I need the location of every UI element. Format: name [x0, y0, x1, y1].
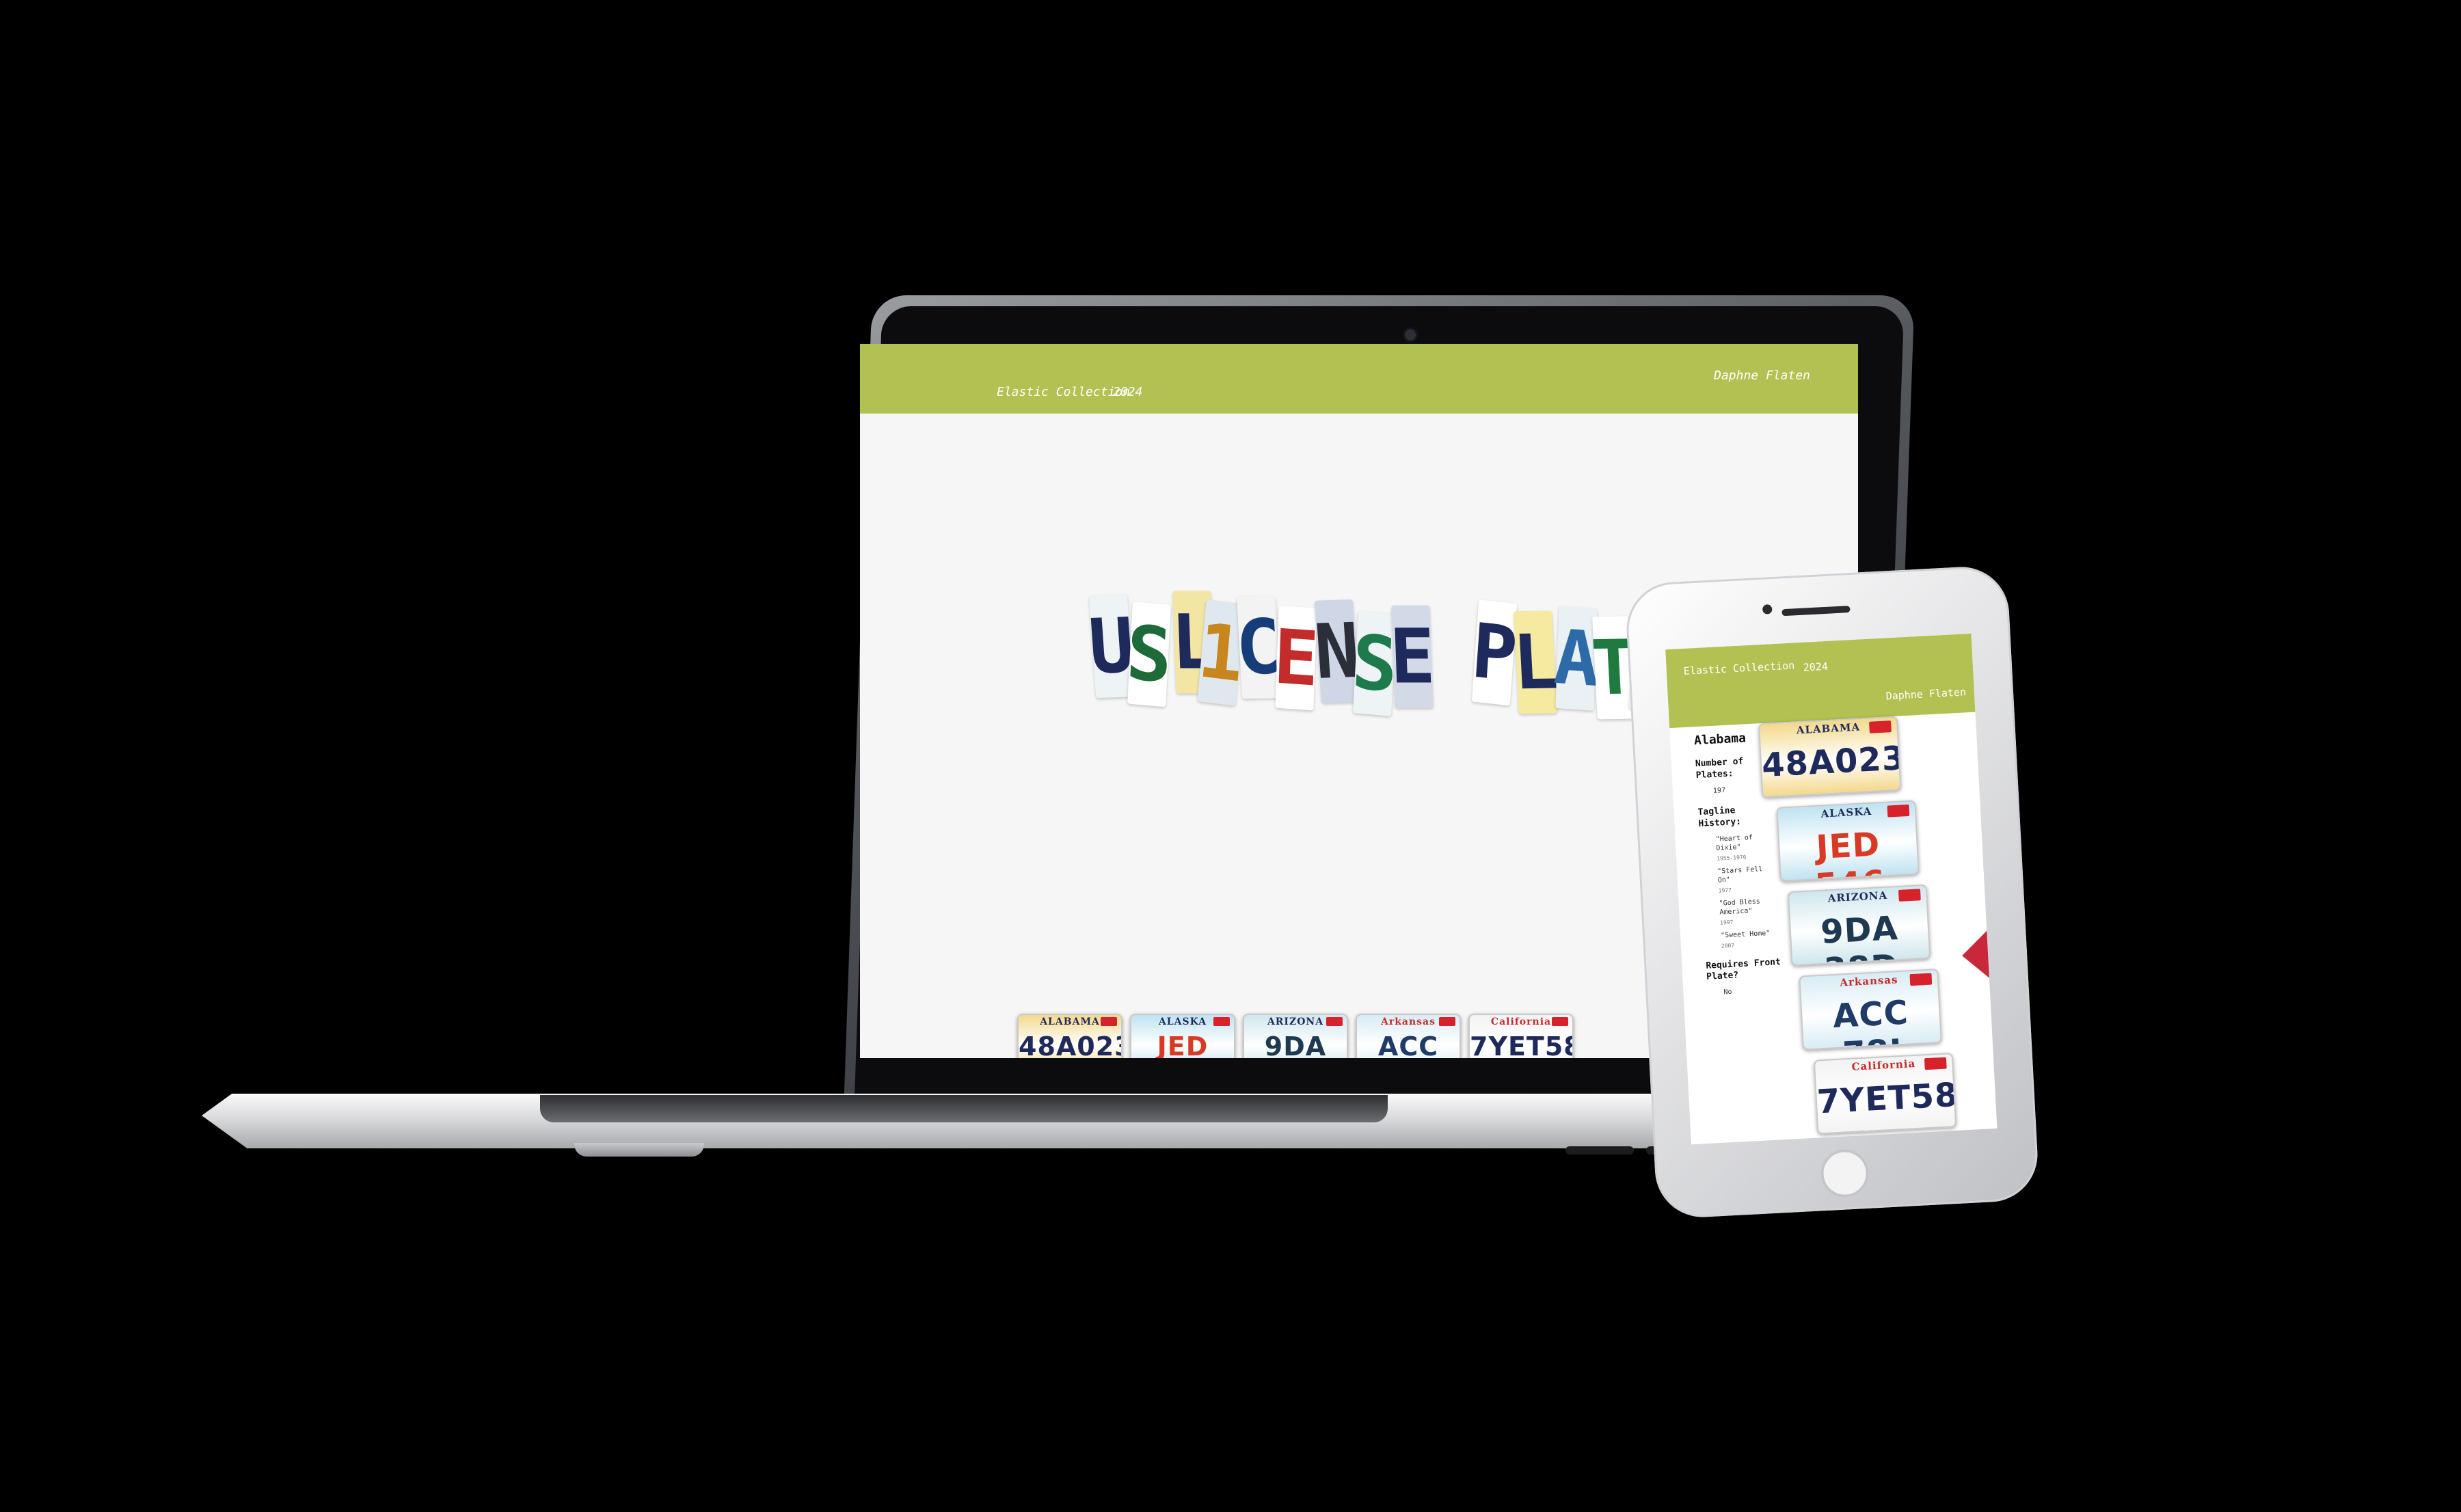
plate-strip: ALABAMA48A023EALASKAJED 546ARIZONA9DA 38… [1017, 1014, 1632, 1058]
license-plate[interactable]: ArkansasACC 78J [1356, 1014, 1461, 1058]
title-letter: P [1469, 599, 1520, 706]
site-year: 2024 [1113, 385, 1143, 399]
registration-sticker-icon [1924, 1057, 1947, 1070]
site-brand-link[interactable]: Elastic Collection [997, 385, 1130, 399]
license-plate[interactable]: ALABAMA48A023E [1017, 1014, 1122, 1058]
registration-sticker-icon [1898, 889, 1921, 902]
plate-number: 48A023E [1760, 738, 1902, 785]
title-letter: L [1511, 610, 1560, 714]
speaker-icon [1781, 606, 1851, 617]
registration-sticker-icon [1869, 720, 1892, 733]
license-plate[interactable]: ArkansasACC 78J [1799, 969, 1942, 1051]
plate-number: 7YET583 [1816, 1075, 1957, 1122]
plate-number: JED 546 [1814, 825, 1886, 882]
site-year: 2024 [1803, 660, 1829, 674]
plate-number: JED 546 [1157, 1031, 1209, 1058]
title-letter: E [1388, 605, 1436, 708]
phone-device: Elastic Collection 2024 Daphne Flaten Al… [1624, 564, 2040, 1220]
license-plate[interactable]: ALASKAJED 546 [1130, 1014, 1235, 1058]
license-plate[interactable]: California7YET583 [1468, 1014, 1574, 1058]
site-header: Elastic Collection 2024 Daphne Flaten [860, 344, 1858, 414]
plate-number: 9DA 38D [1264, 1031, 1327, 1058]
webcam-icon [1405, 329, 1416, 340]
license-plate[interactable]: California7YET583 [1813, 1053, 1957, 1135]
registration-sticker-icon [1552, 1017, 1568, 1026]
phone-screen: Elastic Collection 2024 Daphne Flaten Al… [1665, 633, 1998, 1145]
plate-number: 7YET583 [1470, 1031, 1572, 1058]
registration-sticker-icon [1326, 1017, 1343, 1026]
plate-number: 9DA 38D [1819, 909, 1900, 966]
title-letter: S [1125, 601, 1174, 707]
plate-number: ACC 78J [1831, 993, 1910, 1050]
plate-number: 48A023E [1019, 1031, 1121, 1058]
license-plate[interactable]: ARIZONA9DA 38D [1787, 884, 1931, 967]
plate-number: ACC 78J [1377, 1031, 1439, 1058]
license-plate[interactable]: ALASKAJED 546 [1776, 800, 1920, 882]
hero-title: USL1CENSEPLATES [1086, 587, 1713, 725]
registration-sticker-icon [1909, 973, 1933, 986]
site-author-link[interactable]: Daphne Flaten [1885, 686, 1966, 702]
laptop-notch [574, 1143, 704, 1157]
front-camera-icon [1762, 604, 1773, 615]
plate-list: ALABAMA48A023EALASKAJED 546ARIZONA9DA 38… [1758, 712, 1997, 1140]
laptop-hinge [540, 1095, 1388, 1122]
port-icon [1565, 1146, 1634, 1155]
title-letter: E [1272, 605, 1320, 711]
registration-sticker-icon [1101, 1017, 1117, 1026]
license-plate[interactable]: ALABAMA48A023E [1758, 716, 1902, 798]
registration-sticker-icon [1887, 805, 1910, 818]
state-detail: Alabama Number of Plates: 197 Tagline Hi… [1669, 712, 1997, 1145]
home-button[interactable] [1819, 1148, 1870, 1199]
site-brand-link[interactable]: Elastic Collection [1683, 659, 1794, 677]
site-author-link[interactable]: Daphne Flaten [1714, 368, 1810, 383]
license-plate[interactable]: ARIZONA9DA 38D [1243, 1014, 1348, 1058]
registration-sticker-icon [1213, 1017, 1230, 1026]
registration-sticker-icon [1439, 1017, 1455, 1026]
